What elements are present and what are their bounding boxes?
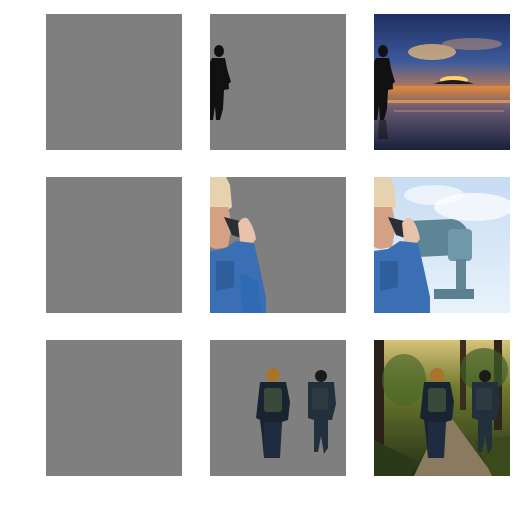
segmented-person-silhouette bbox=[210, 14, 346, 150]
photo-sunset-beach bbox=[374, 14, 510, 150]
forest-trail-image bbox=[374, 340, 510, 476]
two-hikers-cutout bbox=[256, 368, 336, 458]
blank-gray-tile-row3 bbox=[46, 340, 182, 476]
sunset-beach-image bbox=[374, 14, 510, 150]
tower-viewer-image bbox=[374, 177, 510, 313]
hiker-left bbox=[256, 368, 290, 458]
person-silhouette-cutout bbox=[210, 45, 231, 120]
person-denim-cutout bbox=[210, 177, 266, 313]
hiker-right bbox=[308, 370, 336, 454]
photo-tower-viewer bbox=[374, 177, 510, 313]
blank-gray-tile-row2 bbox=[46, 177, 182, 313]
segmented-two-hikers bbox=[210, 340, 346, 476]
segmented-person-denim bbox=[210, 177, 346, 313]
photo-forest-trail bbox=[374, 340, 510, 476]
blank-gray-tile-row1 bbox=[46, 14, 182, 150]
